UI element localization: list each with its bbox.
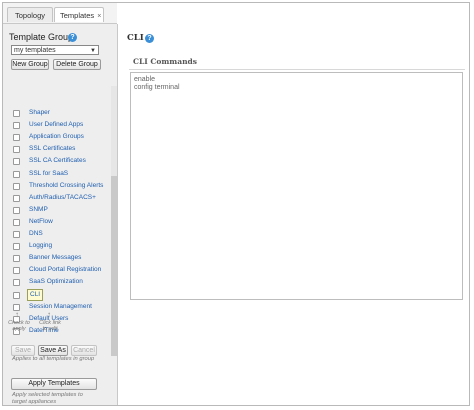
- page-title: CLI: [127, 33, 144, 43]
- template-checkbox[interactable]: [13, 170, 20, 178]
- template-list: Shaper User Defined Apps Application Group…: [3, 86, 111, 360]
- template-link[interactable]: Banner Messages: [29, 254, 81, 261]
- template-checkbox[interactable]: [13, 146, 20, 154]
- template-group-label: Template Group: [9, 32, 74, 42]
- template-link[interactable]: Cloud Portal Registration: [29, 266, 101, 273]
- scrollbar-thumb[interactable]: [111, 176, 117, 356]
- list-item: SSL CA Certificates: [3, 156, 111, 167]
- apply-templates-button[interactable]: Apply Templates: [11, 378, 97, 390]
- cancel-button[interactable]: Cancel: [71, 345, 97, 356]
- cli-commands-textarea[interactable]: enable config terminal: [130, 72, 463, 300]
- chevron-down-icon: ▼: [90, 48, 96, 54]
- save-button[interactable]: Save: [11, 345, 35, 356]
- template-link[interactable]: User Defined Apps: [29, 121, 83, 128]
- divider: [129, 69, 465, 70]
- tab-templates[interactable]: Templates ×: [54, 7, 104, 22]
- template-link[interactable]: NetFlow: [29, 218, 53, 225]
- list-item: CLI: [3, 288, 111, 301]
- cli-commands-label: CLI Commands: [133, 57, 197, 66]
- template-link[interactable]: Logging: [29, 242, 52, 249]
- template-checkbox[interactable]: [13, 194, 20, 202]
- template-checkbox[interactable]: [13, 206, 20, 214]
- template-link[interactable]: Application Groups: [29, 133, 84, 140]
- template-checkbox[interactable]: [13, 243, 20, 251]
- close-icon[interactable]: ×: [97, 13, 101, 20]
- list-item: DNS: [3, 229, 111, 240]
- save-as-button[interactable]: Save As: [38, 345, 68, 356]
- template-link[interactable]: Shaper: [29, 109, 50, 116]
- arrow-up-icon: ↑: [47, 310, 51, 319]
- list-item: User Defined Apps: [3, 120, 111, 131]
- tab-bar: Topology Templates ×: [3, 3, 117, 24]
- template-sidebar: Template Group ? my templates ▼ New Grou…: [3, 24, 118, 405]
- list-item: SNMP: [3, 205, 111, 216]
- template-link[interactable]: CLI: [27, 288, 44, 301]
- delete-group-button[interactable]: Delete Group: [53, 59, 101, 70]
- template-checkbox[interactable]: [13, 134, 20, 142]
- template-link[interactable]: Threshold Crossing Alerts: [29, 182, 103, 189]
- template-checkbox[interactable]: [13, 255, 20, 263]
- list-item: Auth/Radius/TACACS+: [3, 193, 111, 204]
- template-link[interactable]: SNMP: [29, 206, 48, 213]
- template-checkbox[interactable]: [13, 122, 20, 130]
- template-checkbox[interactable]: [13, 231, 20, 238]
- tab-topology-label: Topology: [14, 11, 46, 20]
- template-group-select[interactable]: my templates ▼: [11, 45, 99, 55]
- list-item: Banner Messages: [3, 253, 111, 264]
- template-checkbox[interactable]: [13, 267, 20, 275]
- tab-topology[interactable]: Topology: [7, 7, 53, 22]
- templates-window: Topology Templates × Template Group ? my …: [2, 2, 470, 406]
- template-checkbox[interactable]: [13, 218, 20, 226]
- template-link[interactable]: DNS: [29, 230, 43, 237]
- arrow-up-icon: ↑: [15, 310, 19, 319]
- list-item: Cloud Portal Registration: [3, 265, 111, 276]
- template-link[interactable]: SSL for SaaS: [29, 170, 68, 177]
- template-checkbox[interactable]: [13, 158, 20, 166]
- apply-note: Apply selected templates to target appli…: [12, 392, 83, 405]
- list-scrollbar[interactable]: [111, 86, 117, 356]
- help-icon[interactable]: ?: [68, 33, 77, 42]
- template-checkbox[interactable]: [13, 291, 20, 299]
- list-item: Application Groups: [3, 132, 111, 143]
- template-group-value: my templates: [14, 47, 56, 54]
- new-group-button[interactable]: New Group: [11, 59, 49, 70]
- list-item: SaaS Optimization: [3, 277, 111, 288]
- template-link[interactable]: Session Management: [29, 303, 92, 310]
- applies-note: Applies to all templates in group: [12, 356, 95, 362]
- template-checkbox[interactable]: [13, 279, 20, 287]
- template-link[interactable]: Auth/Radius/TACACS+: [29, 194, 96, 201]
- list-item: SSL for SaaS: [3, 169, 111, 180]
- list-item: Shaper: [3, 108, 111, 119]
- list-item: NetFlow: [3, 217, 111, 228]
- template-link[interactable]: SSL CA Certificates: [29, 157, 86, 164]
- list-item: Session Management: [3, 302, 111, 313]
- template-checkbox[interactable]: [13, 182, 20, 190]
- help-icon[interactable]: ?: [145, 34, 154, 43]
- list-item: Threshold Crossing Alerts: [3, 181, 111, 192]
- template-link[interactable]: SSL Certificates: [29, 145, 75, 152]
- list-item: SSL Certificates: [3, 144, 111, 155]
- hint-check-to-apply: Check to apply: [8, 320, 30, 332]
- hint-click-to-edit: Click link to edit: [39, 320, 61, 332]
- template-link[interactable]: SaaS Optimization: [29, 278, 83, 285]
- tab-templates-label: Templates: [60, 11, 95, 20]
- list-item: Logging: [3, 241, 111, 252]
- template-checkbox[interactable]: [13, 110, 20, 117]
